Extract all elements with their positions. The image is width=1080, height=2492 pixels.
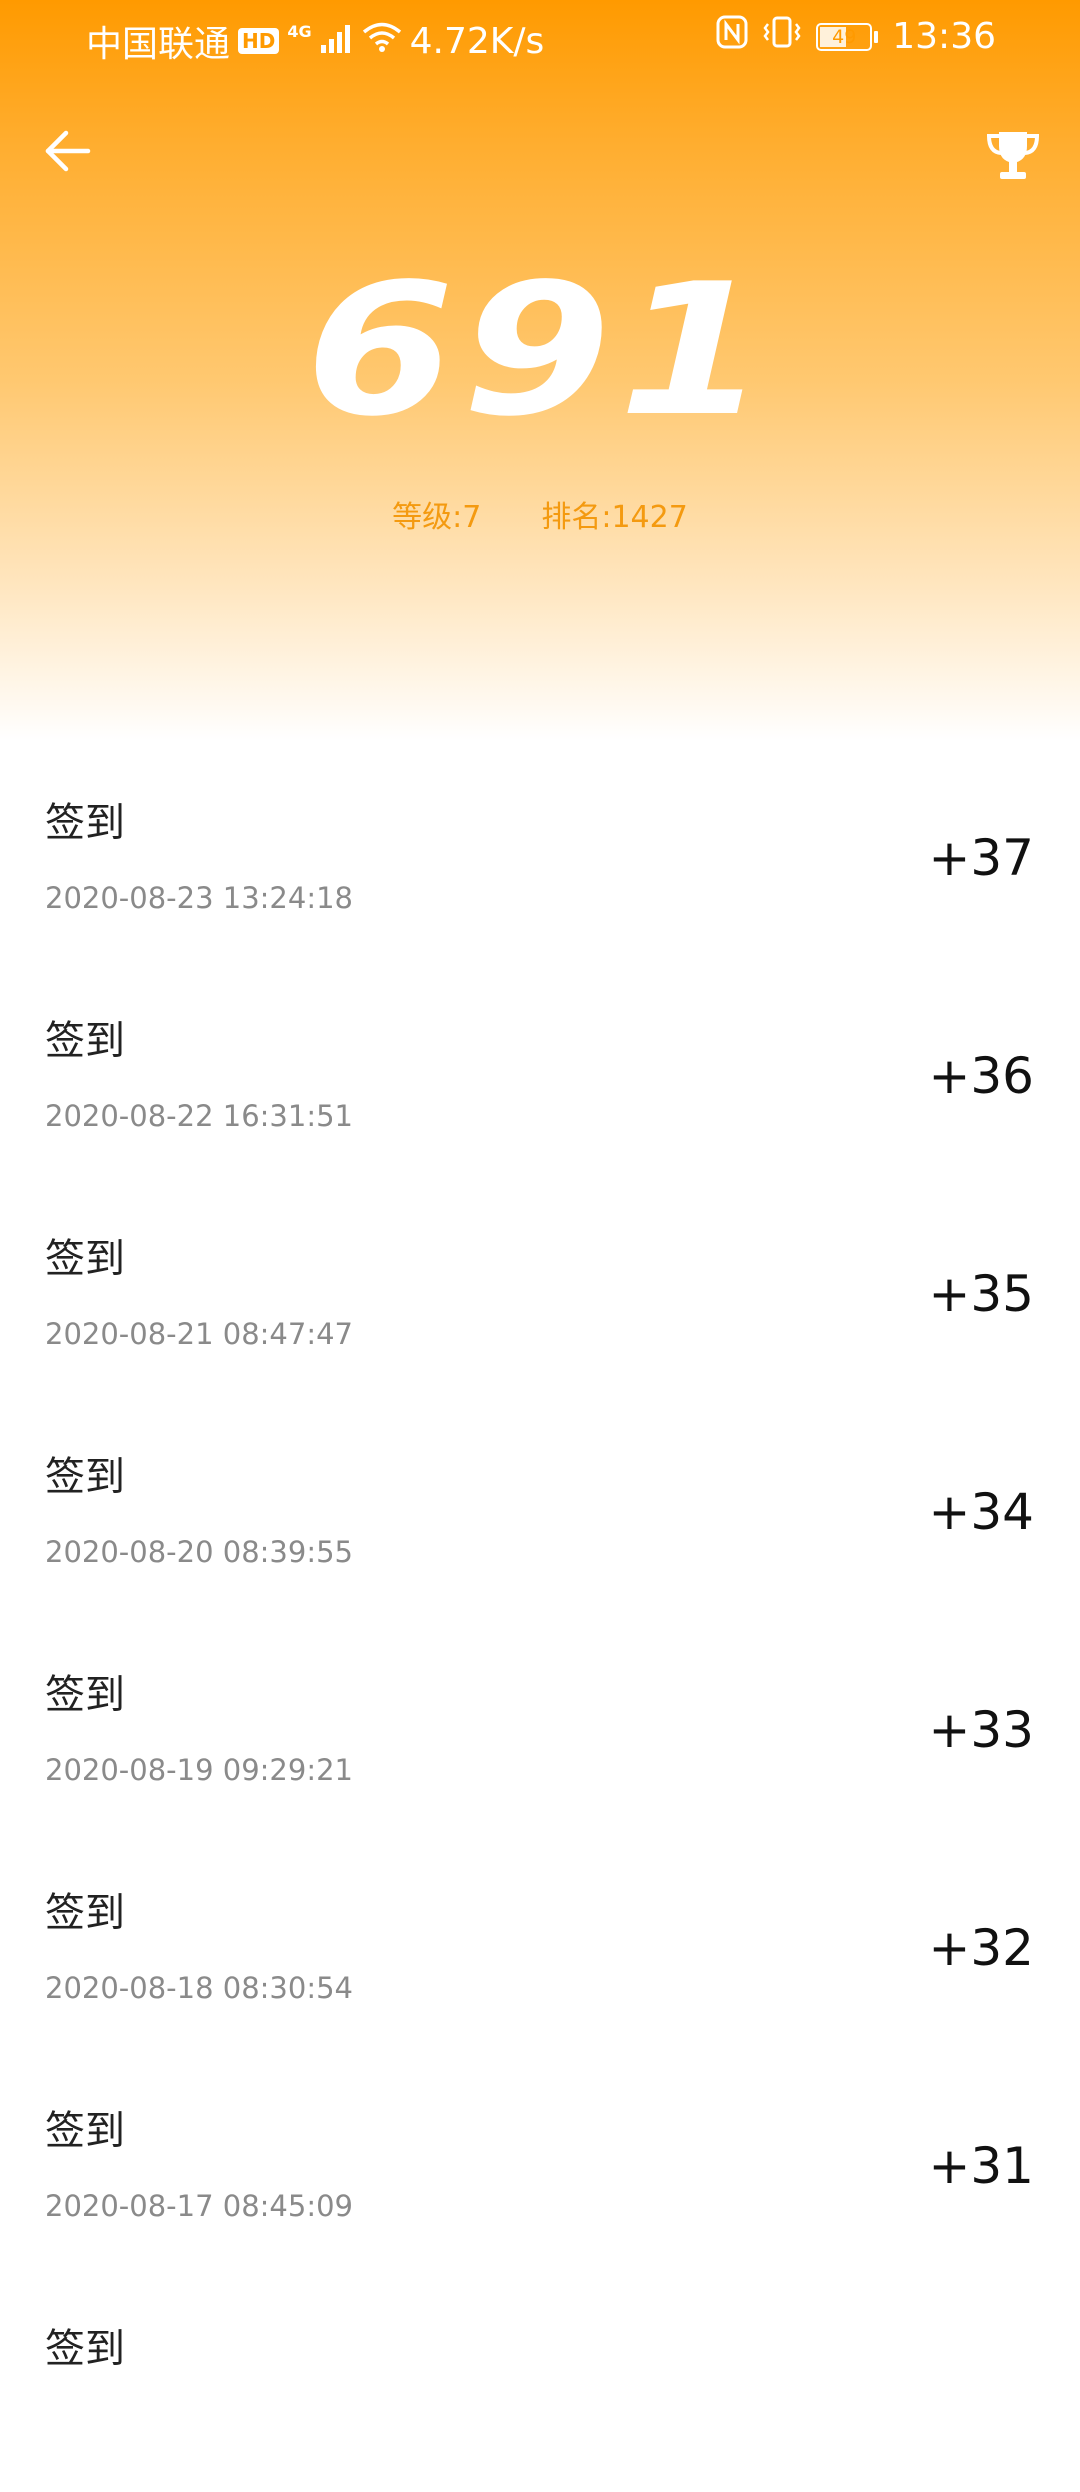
record-points: +37 — [928, 829, 1034, 887]
battery-icon: 49 — [816, 22, 879, 51]
points-total: 691 — [305, 244, 775, 456]
record-title: 签到 — [45, 1236, 125, 1282]
status-bar: 中国联通 HD 4G 4.72K/s 49 13:36 — [0, 0, 1080, 74]
signal-icon — [320, 21, 354, 62]
status-left: 中国联通 HD 4G 4.72K/s — [86, 15, 544, 67]
record-time: 2020-08-18 08:30:54 — [45, 1971, 353, 2005]
record-title: 签到 — [45, 800, 125, 846]
record-time: 2020-08-21 08:47:47 — [45, 1317, 353, 1351]
list-item[interactable]: 签到 2020-08-23 13:24:18 +37 — [0, 748, 1080, 966]
record-title: 签到 — [45, 1890, 125, 1936]
points-record-list: 签到 2020-08-23 13:24:18 +37 签到 2020-08-22… — [0, 748, 1080, 2492]
record-points: +35 — [928, 1265, 1034, 1323]
battery-level: 49 — [832, 25, 857, 48]
list-item[interactable]: 签到 — [0, 2274, 1080, 2492]
record-time: 2020-08-22 16:31:51 — [45, 1099, 353, 1133]
network-speed: 4.72K/s — [409, 20, 545, 62]
list-item[interactable]: 签到 2020-08-22 16:31:51 +36 — [0, 966, 1080, 1184]
list-item[interactable]: 签到 2020-08-18 08:30:54 +32 — [0, 1838, 1080, 2056]
vibrate-icon — [762, 15, 802, 58]
record-time: 2020-08-20 08:39:55 — [45, 1535, 353, 1569]
status-right: 49 13:36 — [716, 15, 996, 58]
trophy-icon — [986, 132, 1040, 179]
list-item[interactable]: 签到 2020-08-20 08:39:55 +34 — [0, 1402, 1080, 1620]
record-points: +36 — [928, 1047, 1034, 1105]
record-title: 签到 — [45, 1018, 125, 1064]
clock: 13:36 — [892, 16, 996, 57]
record-title: 签到 — [45, 1454, 125, 1500]
stats-row: 等级:7 排名:1427 — [0, 492, 1080, 536]
nfc-icon — [716, 15, 748, 58]
list-item[interactable]: 签到 2020-08-21 08:47:47 +35 — [0, 1184, 1080, 1402]
record-points: +32 — [928, 1919, 1034, 1977]
hd-badge: HD — [238, 28, 280, 54]
list-item[interactable]: 签到 2020-08-17 08:45:09 +31 — [0, 2056, 1080, 2274]
record-points: +34 — [928, 1483, 1034, 1541]
back-button[interactable] — [34, 118, 100, 184]
wifi-icon — [362, 21, 402, 62]
level-label: 等级:7 — [392, 500, 482, 535]
header-background: 中国联通 HD 4G 4.72K/s 49 13:36 691 等级:7 排名:… — [0, 0, 1080, 760]
network-type: 4G — [287, 21, 312, 41]
back-arrow-icon — [45, 130, 91, 172]
carrier-name: 中国联通 — [86, 24, 231, 65]
record-time: 2020-08-17 08:45:09 — [45, 2189, 353, 2223]
record-time: 2020-08-19 09:29:21 — [45, 1753, 353, 1787]
rank-label: 排名:1427 — [541, 500, 688, 535]
record-title: 签到 — [45, 2326, 125, 2372]
list-item[interactable]: 签到 2020-08-19 09:29:21 +33 — [0, 1620, 1080, 1838]
trophy-button[interactable] — [980, 122, 1046, 188]
record-title: 签到 — [45, 2108, 125, 2154]
record-time: 2020-08-23 13:24:18 — [45, 881, 353, 915]
record-points: +31 — [928, 2137, 1034, 2195]
record-title: 签到 — [45, 1672, 125, 1718]
record-points: +33 — [928, 1701, 1034, 1759]
